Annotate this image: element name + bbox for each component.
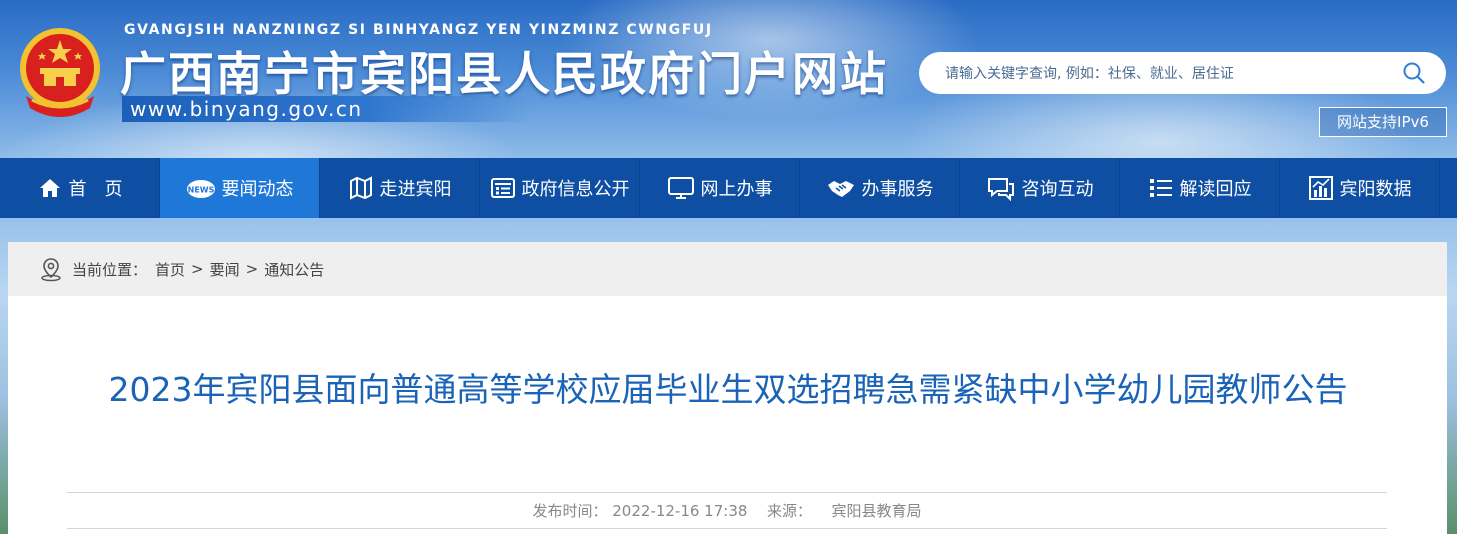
nav-item-gov-info[interactable]: 政府信息公开 <box>480 158 640 218</box>
nav-label: 宾阳数据 <box>1339 179 1412 200</box>
national-emblem-icon <box>20 28 100 117</box>
nav-item-consult[interactable]: 咨询互动 <box>960 158 1120 218</box>
article-title: 2023年宾阳县面向普通高等学校应届毕业生双选招聘急需紧缺中小学幼儿园教师公告 <box>108 370 1348 409</box>
nav-item-services[interactable]: 办事服务 <box>800 158 960 218</box>
nav-item-interpretation[interactable]: 解读回应 <box>1120 158 1280 218</box>
nav-label: 网上办事 <box>700 179 773 200</box>
divider <box>67 528 1387 529</box>
nav-item-online-service[interactable]: 网上办事 <box>640 158 800 218</box>
handshake-icon <box>827 181 854 197</box>
search-input[interactable] <box>943 52 1387 96</box>
nav-item-news[interactable]: NEWS 要闻动态 <box>160 158 320 218</box>
search-box <box>919 52 1446 96</box>
publish-label: 发布时间： <box>532 502 608 520</box>
chart-icon <box>1308 176 1333 200</box>
search-icon[interactable] <box>1402 61 1426 85</box>
chat-icon <box>987 178 1014 201</box>
nav-item-explore[interactable]: 走进宾阳 <box>320 158 480 218</box>
map-icon <box>349 176 372 200</box>
nav-label: 首 页 <box>68 179 123 200</box>
nav-label: 解读回应 <box>1179 179 1252 200</box>
location-pin-icon <box>41 258 61 282</box>
nav-label: 咨询互动 <box>1021 179 1094 200</box>
nav-item-data[interactable]: 宾阳数据 <box>1280 158 1440 218</box>
nav-label: 政府信息公开 <box>521 179 630 200</box>
svg-text:NEWS: NEWS <box>187 186 214 195</box>
breadcrumb-prefix: 当前位置： <box>72 260 148 279</box>
nav-label: 走进宾阳 <box>379 179 452 200</box>
news-icon: NEWS <box>186 180 215 198</box>
nav-item-home[interactable]: 首 页 <box>0 158 160 218</box>
divider <box>67 492 1387 493</box>
breadcrumb: 当前位置： 首页 > 要闻 > 通知公告 <box>8 242 1447 296</box>
site-header: GVANGJSIH NANZNINGZ SI BINHYANGZ YEN YIN… <box>0 0 1457 158</box>
breadcrumb-separator: > <box>191 260 204 278</box>
site-title: 广西南宁市宾阳县人民政府门户网站 <box>120 47 888 101</box>
site-pinyin-title: GVANGJSIH NANZNINGZ SI BINHYANGZ YEN YIN… <box>124 22 713 38</box>
home-icon <box>39 179 60 197</box>
nav-label: 办事服务 <box>861 179 934 200</box>
ipv6-badge[interactable]: 网站支持IPv6 <box>1319 107 1447 137</box>
breadcrumb-home-link[interactable]: 首页 <box>155 259 185 280</box>
monitor-icon <box>667 177 694 199</box>
nav-label: 要闻动态 <box>221 179 294 200</box>
list-icon <box>1149 179 1172 197</box>
publish-time: 2022-12-16 17:38 <box>612 502 748 520</box>
breadcrumb-news-link[interactable]: 要闻 <box>210 259 240 280</box>
breadcrumb-separator: > <box>245 260 259 278</box>
main-nav: 首 页 NEWS 要闻动态 走进宾阳 政府信息公开 网上办事 办事服务 咨询互动… <box>0 158 1457 218</box>
info-list-icon <box>490 178 515 198</box>
article-panel: 2023年宾阳县面向普通高等学校应届毕业生双选招聘急需紧缺中小学幼儿园教师公告 … <box>8 296 1447 534</box>
source-value: 宾阳县教育局 <box>831 502 922 520</box>
source-label: 来源： <box>766 502 812 520</box>
article-meta: 发布时间： 2022-12-16 17:38 来源： 宾阳县教育局 <box>67 500 1387 521</box>
site-url: www.binyang.gov.cn <box>130 97 363 121</box>
breadcrumb-notice-link[interactable]: 通知公告 <box>264 259 324 280</box>
